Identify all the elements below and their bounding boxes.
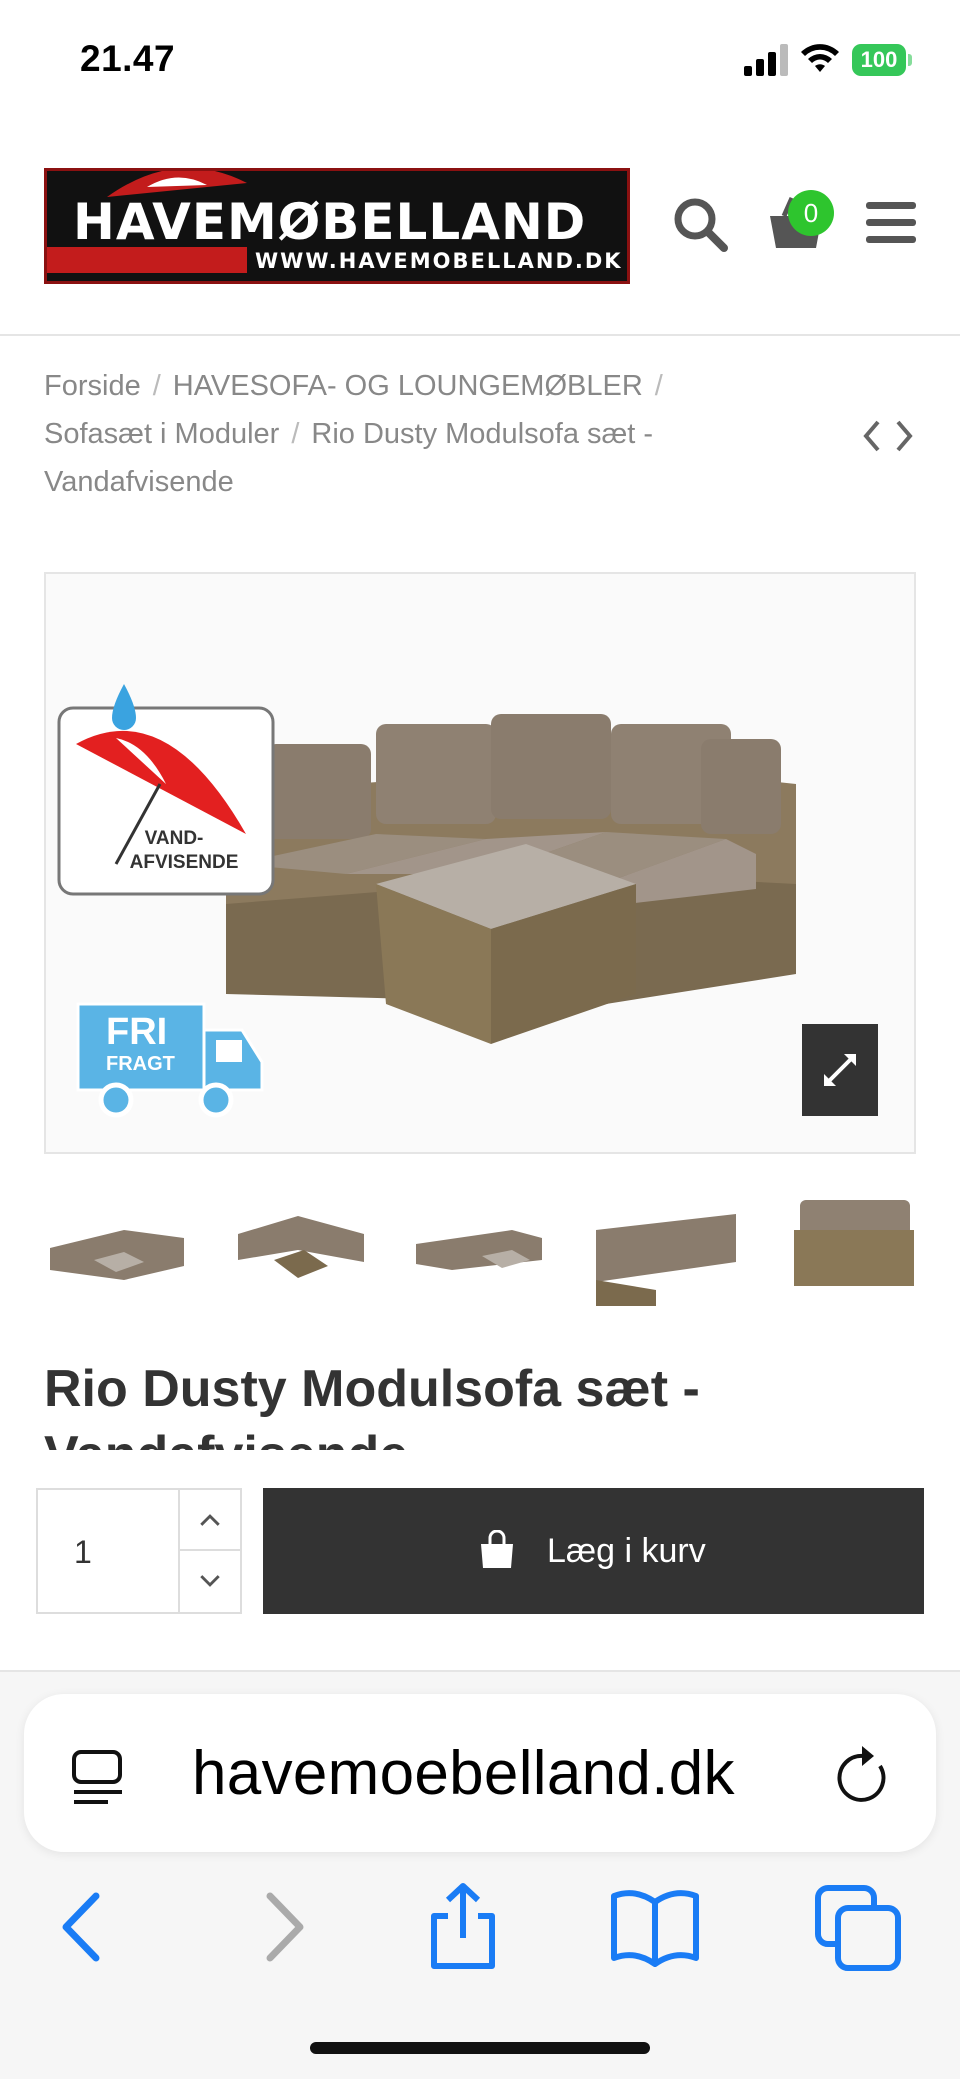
quantity-decrease-button[interactable] — [178, 1551, 240, 1612]
product-image-main[interactable]: VAND- AFVISENDE FRI FRAGT — [44, 572, 916, 1154]
add-to-cart-button[interactable]: Læg i kurv — [263, 1488, 924, 1614]
browser-chrome: havemoebelland.dk — [0, 1672, 960, 2079]
quantity-increase-button[interactable] — [178, 1490, 240, 1551]
breadcrumb: Forside / HAVESOFA- OG LOUNGEMØBLER / Sofasæ… — [44, 362, 764, 506]
breadcrumb-item-home[interactable]: Forside — [44, 370, 141, 402]
shopping-bag-icon — [481, 1530, 513, 1568]
cart-count-badge: 0 — [788, 190, 834, 236]
breadcrumb-separator: / — [152, 370, 161, 402]
home-indicator — [310, 2042, 650, 2054]
badge-fragt-line2: FRAGT — [106, 1053, 175, 1075]
reload-icon[interactable] — [834, 1744, 894, 1808]
cellular-signal-icon — [744, 44, 788, 76]
add-to-cart-label: Læg i kurv — [547, 1532, 706, 1570]
thumbnail-strip — [44, 1190, 916, 1306]
page-menu-icon[interactable] — [68, 1744, 128, 1808]
share-icon[interactable] — [418, 1882, 508, 1972]
quantity-input[interactable]: 1 — [74, 1534, 92, 1571]
breadcrumb-item-subcategory[interactable]: Sofasæt i Moduler — [44, 418, 279, 450]
battery-level: 100 — [852, 44, 906, 76]
chevron-up-icon — [200, 1514, 220, 1526]
forward-icon[interactable] — [236, 1882, 326, 1972]
url-text: havemoebelland.dk — [192, 1739, 735, 1808]
badge-fragt-line1: FRI — [106, 1011, 167, 1053]
chevron-down-icon — [200, 1575, 220, 1587]
logo-name: HAVEMØBELLAND — [73, 193, 587, 251]
status-bar: 21.47 100 — [0, 0, 960, 120]
thumbnail-3[interactable] — [412, 1190, 560, 1306]
back-icon[interactable] — [40, 1882, 130, 1972]
add-to-cart-bar: 1 Læg i kurv — [0, 1450, 960, 1672]
menu-icon[interactable] — [866, 200, 916, 246]
battery-icon: 100 — [852, 44, 912, 76]
expand-image-button[interactable] — [802, 1024, 878, 1116]
breadcrumb-separator: / — [291, 418, 300, 450]
thumbnail-1[interactable] — [44, 1190, 192, 1306]
thumbnail-4[interactable] — [596, 1190, 744, 1306]
bookmarks-icon[interactable] — [610, 1882, 700, 1972]
badge-water-line2: AFVISENDE — [130, 852, 239, 873]
browser-toolbar — [0, 1882, 960, 1992]
thumbnail-2[interactable] — [228, 1190, 376, 1306]
site-header: HAVEMØBELLAND WWW.HAVEMOBELLAND.DK 0 — [0, 120, 960, 336]
prev-next-product-icon[interactable] — [860, 416, 916, 456]
search-icon[interactable] — [672, 196, 728, 252]
status-time: 21.47 — [80, 38, 176, 79]
thumbnail-5[interactable] — [780, 1190, 928, 1306]
tabs-icon[interactable] — [814, 1882, 904, 1972]
free-shipping-badge: FRI FRAGT — [76, 1002, 264, 1118]
address-bar[interactable]: havemoebelland.dk — [24, 1694, 936, 1852]
breadcrumb-separator: / — [654, 370, 663, 402]
site-logo[interactable]: HAVEMØBELLAND WWW.HAVEMOBELLAND.DK — [44, 168, 630, 284]
logo-url: WWW.HAVEMOBELLAND.DK — [255, 249, 623, 273]
water-repellent-badge: VAND- AFVISENDE — [57, 684, 275, 896]
breadcrumb-item-category[interactable]: HAVESOFA- OG LOUNGEMØBLER — [173, 370, 643, 402]
expand-icon — [824, 1054, 856, 1086]
quantity-stepper: 1 — [36, 1488, 242, 1614]
wifi-icon — [801, 44, 839, 72]
badge-water-line1: VAND- — [145, 828, 204, 849]
